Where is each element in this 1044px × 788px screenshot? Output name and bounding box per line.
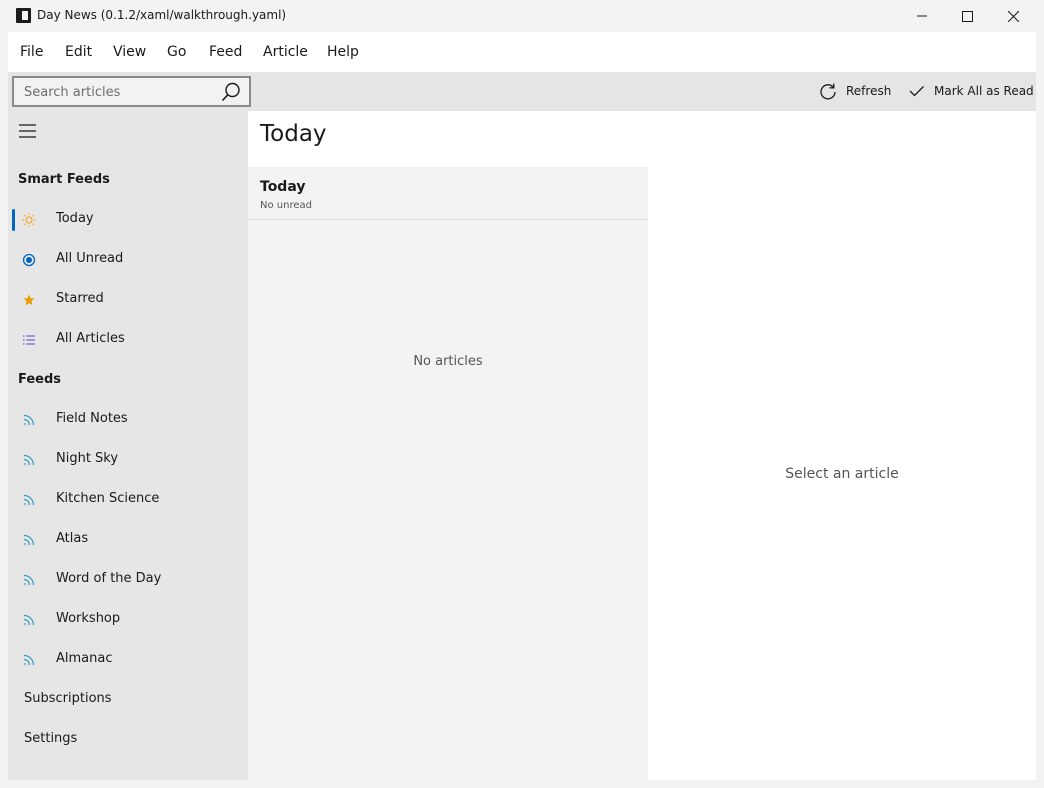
refresh-icon [820, 83, 836, 100]
empty-reader-message: Select an article [785, 466, 899, 482]
hamburger-icon [19, 124, 36, 138]
close-button[interactable] [990, 0, 1036, 32]
sidebar-item-almanac[interactable]: Almanac [12, 642, 248, 678]
divider [248, 219, 648, 220]
sidebar-item-label: All Unread [56, 251, 124, 266]
empty-list-message: No articles [413, 354, 483, 369]
sidebar-item-label: Night Sky [56, 451, 119, 466]
sidebar-item-settings[interactable]: Settings [24, 731, 77, 746]
sidebar-item-field-notes[interactable]: Field Notes [12, 402, 248, 438]
list-icon [22, 333, 36, 347]
menu-article[interactable]: Article [263, 44, 308, 60]
menu-go[interactable]: Go [167, 44, 186, 60]
menu-help[interactable]: Help [327, 44, 359, 60]
menu-view[interactable]: View [113, 44, 146, 60]
sidebar-item-label: Workshop [56, 611, 121, 626]
sidebar-item-kitchen-science[interactable]: Kitchen Science [12, 482, 248, 518]
refresh-button[interactable]: Refresh [818, 78, 891, 104]
window-title: Day News (0.1.2/xaml/walkthrough.yaml) [37, 8, 287, 22]
minimize-icon [917, 15, 927, 17]
rss-icon [22, 413, 36, 427]
list-header-title: Today [260, 179, 306, 195]
menu-feed[interactable]: Feed [209, 44, 242, 60]
search-input[interactable] [24, 83, 214, 101]
menu-bar: File Edit View Go Feed Article Help [8, 32, 1036, 72]
page-title: Today [260, 121, 327, 147]
rss-icon [22, 653, 36, 667]
checkmark-icon [909, 86, 924, 97]
maximize-button[interactable] [944, 0, 990, 32]
rss-icon [22, 573, 36, 587]
sidebar-item-all-articles[interactable]: All Articles [12, 322, 248, 358]
article-list-pane: Today No unread No articles [248, 167, 648, 780]
sun-icon [22, 213, 36, 227]
sidebar-item-label: Today [56, 211, 94, 226]
reader-pane: Select an article [648, 167, 1036, 780]
mark-all-read-label: Mark All as Read [934, 84, 1034, 98]
sidebar-item-label: All Articles [56, 331, 125, 346]
main-header: Today [248, 111, 1036, 167]
menu-edit[interactable]: Edit [65, 44, 92, 60]
sidebar-item-starred[interactable]: Starred [12, 282, 248, 318]
sidebar-item-label: Starred [56, 291, 104, 306]
search-box [12, 76, 251, 107]
mark-all-read-button[interactable]: Mark All as Read [908, 78, 1034, 104]
sidebar-item-label: Word of the Day [56, 571, 162, 586]
sidebar-item-subscriptions[interactable]: Subscriptions [24, 691, 112, 706]
feeds-heading: Feeds [18, 372, 62, 387]
sidebar-item-label: Field Notes [56, 411, 128, 426]
refresh-label: Refresh [846, 84, 892, 98]
unread-count-label: No unread [260, 200, 312, 211]
search-button[interactable] [220, 81, 242, 103]
radio-dot-icon [22, 253, 36, 267]
sidebar-item-label: Almanac [56, 651, 113, 666]
app-icon [16, 8, 31, 23]
sidebar-item-night-sky[interactable]: Night Sky [12, 442, 248, 478]
sidebar-item-label: Atlas [56, 531, 89, 546]
menu-file[interactable]: File [20, 44, 43, 60]
minimize-button[interactable] [899, 0, 945, 32]
close-icon [1007, 10, 1019, 22]
rss-icon [22, 493, 36, 507]
maximize-icon [961, 10, 973, 22]
sidebar-item-atlas[interactable]: Atlas [12, 522, 248, 558]
sidebar-item-label: Kitchen Science [56, 491, 160, 506]
sidebar-item-word-of-the-day[interactable]: Word of the Day [12, 562, 248, 598]
rss-icon [22, 613, 36, 627]
rss-icon [22, 453, 36, 467]
star-icon [22, 293, 36, 307]
sidebar-item-all-unread[interactable]: All Unread [12, 242, 248, 278]
sidebar-item-workshop[interactable]: Workshop [12, 602, 248, 638]
smart-feeds-heading: Smart Feeds [18, 172, 110, 187]
hamburger-menu-button[interactable] [19, 123, 37, 139]
search-icon [221, 82, 240, 102]
sidebar-item-today[interactable]: Today [12, 202, 248, 238]
rss-icon [22, 533, 36, 547]
